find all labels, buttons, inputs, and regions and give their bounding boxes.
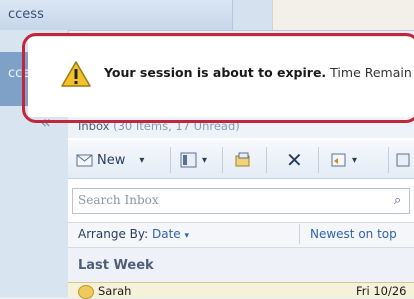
chevron-down-icon[interactable]: ▾ — [352, 155, 357, 166]
delete-icon: ✕ — [286, 148, 303, 172]
chevron-down-icon[interactable]: ▾ — [202, 155, 207, 166]
toolbar-separator — [170, 147, 171, 173]
toolbar-separator — [318, 147, 319, 173]
list-item-date: Fri 10/26 — [356, 284, 407, 298]
access-tab[interactable]: ccess — [0, 0, 232, 30]
chevron-down-icon[interactable]: ▾ — [139, 155, 144, 166]
move-folder-icon — [235, 152, 250, 167]
delete-button[interactable]: ✕ — [286, 148, 303, 172]
view-button[interactable]: ▾ — [180, 149, 207, 171]
access-tab-label: ccess — [8, 7, 44, 22]
new-button[interactable]: New ▾ — [76, 149, 144, 171]
reply-icon — [331, 153, 346, 167]
search-placeholder: Search Inbox — [78, 193, 159, 207]
list-item-sender: Sarah — [98, 284, 132, 298]
more-button[interactable] — [396, 149, 410, 171]
toolbar-separator — [222, 147, 223, 173]
new-button-label: New — [97, 152, 126, 168]
arrange-by-control[interactable]: Arrange By: Date ▾ — [78, 227, 189, 241]
top-bar-tab-blank — [232, 0, 273, 30]
search-icon[interactable]: ⌕ — [394, 193, 401, 208]
group-label: Last Week — [78, 258, 154, 273]
toolbar-separator — [266, 147, 267, 173]
arrange-by-value[interactable]: Date — [152, 227, 181, 241]
reply-button[interactable]: ▾ — [330, 149, 357, 171]
top-bar-right-area — [272, 0, 414, 30]
more-icon — [396, 153, 410, 167]
view-icon — [180, 152, 197, 168]
move-folder-button[interactable] — [234, 149, 252, 171]
arrange-by-label: Arrange By: — [78, 227, 149, 241]
toolbar-separator — [388, 147, 389, 173]
sort-order-toggle[interactable]: Newest on top — [310, 227, 397, 241]
new-mail-icon — [76, 154, 93, 167]
chevron-down-icon[interactable]: ▾ — [185, 231, 190, 241]
red-highlight-outline — [22, 33, 414, 123]
arrange-separator — [299, 224, 300, 244]
